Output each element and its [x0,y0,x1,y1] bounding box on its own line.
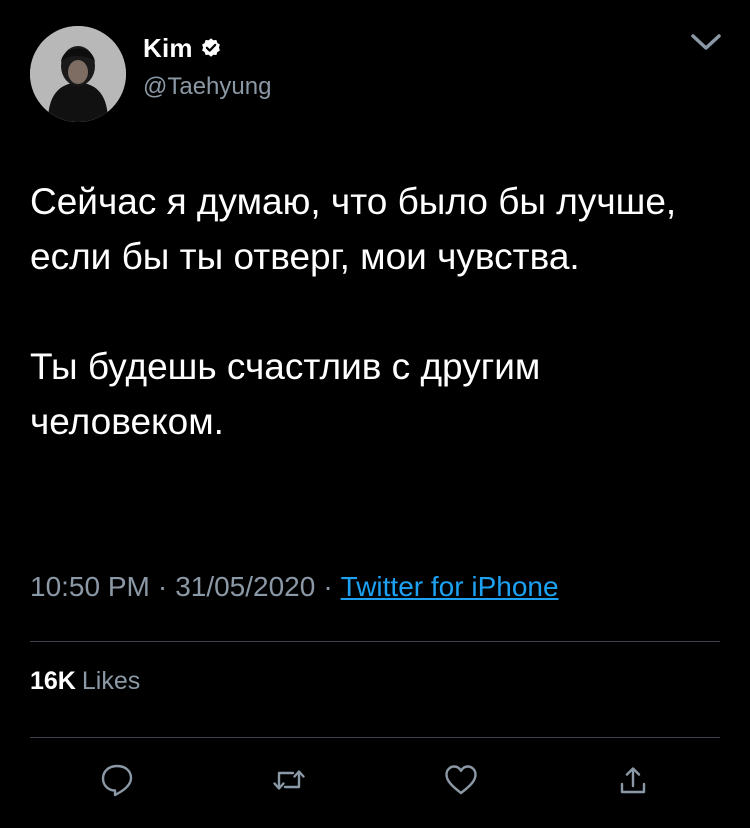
likes-label: Likes [81,667,141,695]
tweet-time: 10:50 PM [30,571,150,602]
tweet-source-link[interactable]: Twitter for iPhone [341,571,559,602]
heart-icon[interactable] [443,762,479,798]
avatar-image [30,26,126,122]
avatar[interactable] [30,26,126,122]
reply-icon[interactable] [99,762,135,798]
tweet-paragraph: Сейчас я думаю, что было бы лучше, если … [30,181,677,277]
user-handle[interactable]: @Taehyung [143,73,271,101]
retweet-icon[interactable] [271,762,307,798]
divider [30,641,720,642]
tweet-date: 31/05/2020 [175,571,316,602]
divider [30,737,720,738]
likes-stat[interactable]: 16K Likes [30,667,140,696]
chevron-down-icon[interactable] [688,28,724,56]
user-name-row[interactable]: Kim [143,30,222,66]
tweet-text: Сейчас я думаю, что было бы лучше, если … [30,174,710,449]
user-name[interactable]: Kim [143,33,193,64]
verified-badge-icon [201,38,220,57]
likes-count: 16K [30,667,76,695]
tweet-paragraph: Ты будешь счастлив с другим человеком. [30,346,541,442]
meta-separator: · [323,571,333,602]
share-icon[interactable] [615,762,651,798]
tweet-metadata: 10:50 PM · 31/05/2020 · Twitter for iPhone [30,571,559,603]
meta-separator: · [157,571,168,602]
